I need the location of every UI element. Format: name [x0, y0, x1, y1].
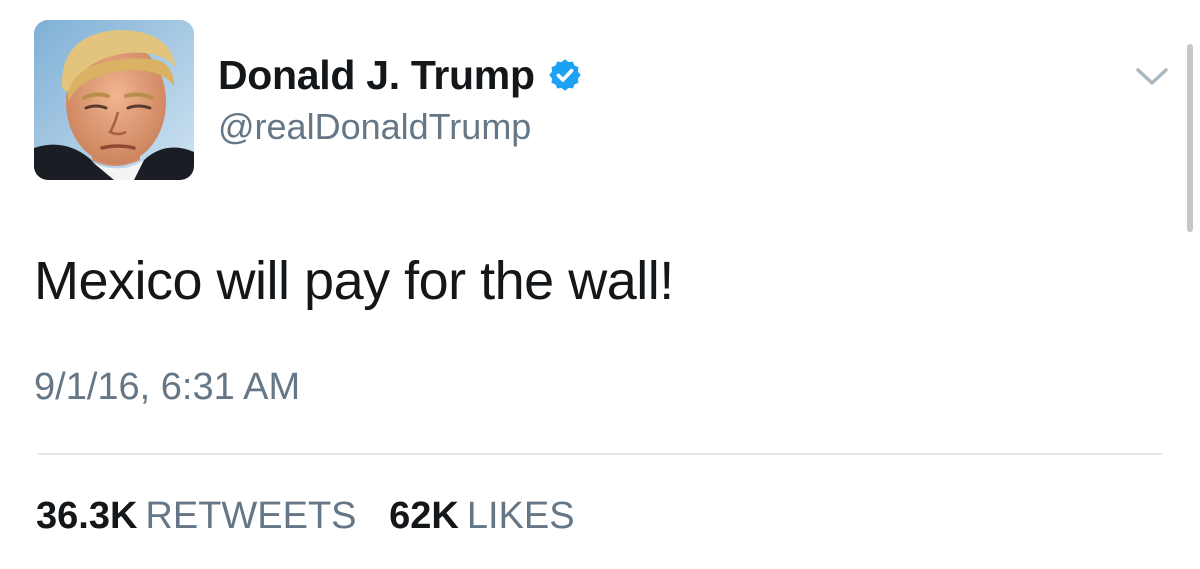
profile-photo-icon [34, 20, 194, 180]
likes-stat[interactable]: 62K LIKES [389, 495, 574, 538]
likes-count: 62K [389, 495, 459, 537]
tweet-detail: Donald J. Trump @realDonaldTrump Mexico … [0, 0, 1200, 569]
retweets-count: 36.3K [36, 495, 138, 537]
retweets-label: RETWEETS [145, 495, 357, 537]
scrollbar[interactable] [1187, 44, 1193, 232]
verified-badge-icon [548, 59, 581, 91]
retweets-stat[interactable]: 36.3K RETWEETS [36, 495, 357, 538]
tweet-text: Mexico will pay for the wall! [34, 251, 674, 311]
tweet-timestamp[interactable]: 9/1/16, 6:31 AM [34, 366, 300, 409]
avatar[interactable] [34, 20, 194, 180]
divider [38, 453, 1162, 455]
tweet-stats: 36.3K RETWEETS 62K LIKES [36, 495, 575, 538]
user-handle[interactable]: @realDonaldTrump [218, 106, 531, 148]
likes-label: LIKES [466, 495, 575, 537]
display-name[interactable]: Donald J. Trump [218, 52, 535, 99]
chevron-down-icon[interactable] [1132, 62, 1172, 90]
display-name-row[interactable]: Donald J. Trump [218, 48, 583, 102]
